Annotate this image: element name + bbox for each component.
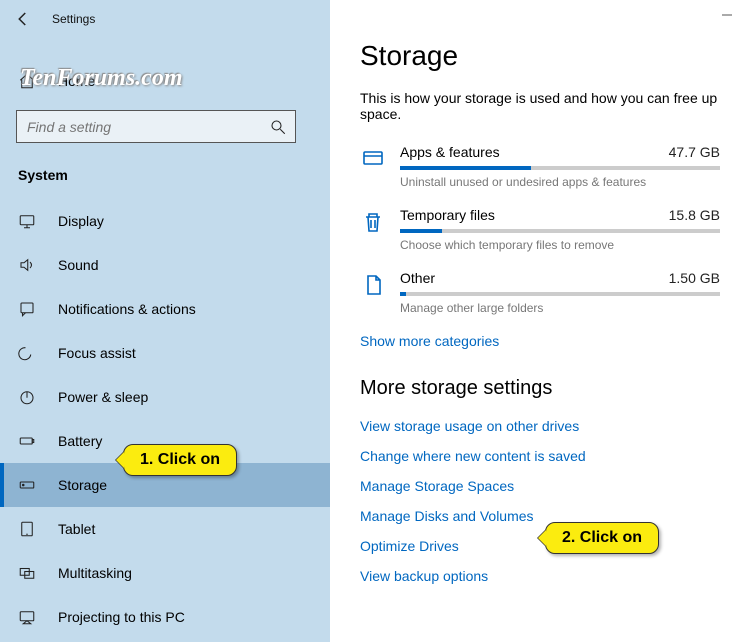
search-icon (269, 118, 287, 136)
storage-body: Apps & features 47.7 GB Uninstall unused… (400, 144, 720, 189)
search-box[interactable] (16, 110, 296, 143)
link-backup-options[interactable]: View backup options (360, 568, 720, 584)
sidebar: Settings Home System Display Sound (0, 0, 330, 642)
usage-bar (400, 166, 720, 170)
sidebar-item-notifications[interactable]: Notifications & actions (0, 287, 330, 331)
nav-label: Battery (58, 433, 102, 449)
nav-label: Projecting to this PC (58, 609, 185, 625)
nav-label: Power & sleep (58, 389, 148, 405)
power-icon (18, 388, 36, 406)
nav-label: Display (58, 213, 104, 229)
back-button[interactable] (14, 10, 32, 28)
sidebar-item-focus-assist[interactable]: Focus assist (0, 331, 330, 375)
storage-name: Temporary files (400, 207, 495, 223)
battery-icon (18, 432, 36, 450)
sidebar-item-storage[interactable]: Storage (0, 463, 330, 507)
storage-size: 15.8 GB (669, 207, 720, 223)
storage-row-other[interactable]: Other 1.50 GB Manage other large folders (360, 270, 720, 315)
nav-label: Focus assist (58, 345, 136, 361)
trash-icon (360, 209, 386, 235)
titlebar: Settings (0, 0, 330, 38)
home-label: Home (58, 73, 95, 89)
nav-label: Notifications & actions (58, 301, 196, 317)
nav-label: Tablet (58, 521, 95, 537)
display-icon (18, 212, 36, 230)
storage-body: Other 1.50 GB Manage other large folders (400, 270, 720, 315)
usage-bar (400, 229, 720, 233)
link-change-save-loc[interactable]: Change where new content is saved (360, 448, 720, 464)
sound-icon (18, 256, 36, 274)
nav-label: Storage (58, 477, 107, 493)
other-icon (360, 272, 386, 298)
multitasking-icon (18, 564, 36, 582)
page-title: Storage (360, 40, 720, 72)
nav-list: Display Sound Notifications & actions Fo… (0, 199, 330, 639)
sidebar-item-power-sleep[interactable]: Power & sleep (0, 375, 330, 419)
sidebar-item-projecting[interactable]: Projecting to this PC (0, 595, 330, 639)
sidebar-item-sound[interactable]: Sound (0, 243, 330, 287)
more-settings-title: More storage settings (360, 377, 720, 400)
storage-sub: Choose which temporary files to remove (400, 238, 720, 252)
main-pane: Storage This is how your storage is used… (330, 0, 750, 642)
minimize-button[interactable] (704, 0, 750, 30)
home-icon (18, 72, 36, 90)
page-description: This is how your storage is used and how… (360, 90, 720, 122)
sidebar-item-display[interactable]: Display (0, 199, 330, 243)
window-title: Settings (52, 12, 95, 26)
show-more-link[interactable]: Show more categories (360, 333, 720, 349)
storage-body: Temporary files 15.8 GB Choose which tem… (400, 207, 720, 252)
storage-name: Apps & features (400, 144, 500, 160)
settings-app: Settings Home System Display Sound (0, 0, 750, 642)
storage-name: Other (400, 270, 435, 286)
more-settings-links: View storage usage on other drives Chang… (360, 418, 720, 584)
link-disks-volumes[interactable]: Manage Disks and Volumes (360, 508, 720, 524)
sidebar-item-multitasking[interactable]: Multitasking (0, 551, 330, 595)
search-input[interactable] (27, 119, 269, 135)
storage-sub: Manage other large folders (400, 301, 720, 315)
storage-row-apps[interactable]: Apps & features 47.7 GB Uninstall unused… (360, 144, 720, 189)
tablet-icon (18, 520, 36, 538)
storage-size: 1.50 GB (669, 270, 720, 286)
sidebar-item-tablet[interactable]: Tablet (0, 507, 330, 551)
sidebar-home[interactable]: Home (0, 62, 330, 100)
link-optimize-drives[interactable]: Optimize Drives (360, 538, 720, 554)
section-system: System (0, 143, 330, 191)
focus-assist-icon (18, 344, 36, 362)
link-storage-spaces[interactable]: Manage Storage Spaces (360, 478, 720, 494)
nav-label: Sound (58, 257, 98, 273)
storage-icon (18, 476, 36, 494)
storage-size: 47.7 GB (669, 144, 720, 160)
notifications-icon (18, 300, 36, 318)
apps-icon (360, 146, 386, 172)
nav-label: Multitasking (58, 565, 132, 581)
storage-sub: Uninstall unused or undesired apps & fea… (400, 175, 720, 189)
sidebar-item-battery[interactable]: Battery (0, 419, 330, 463)
usage-bar (400, 292, 720, 296)
link-other-drives[interactable]: View storage usage on other drives (360, 418, 720, 434)
projecting-icon (18, 608, 36, 626)
storage-row-temp[interactable]: Temporary files 15.8 GB Choose which tem… (360, 207, 720, 252)
